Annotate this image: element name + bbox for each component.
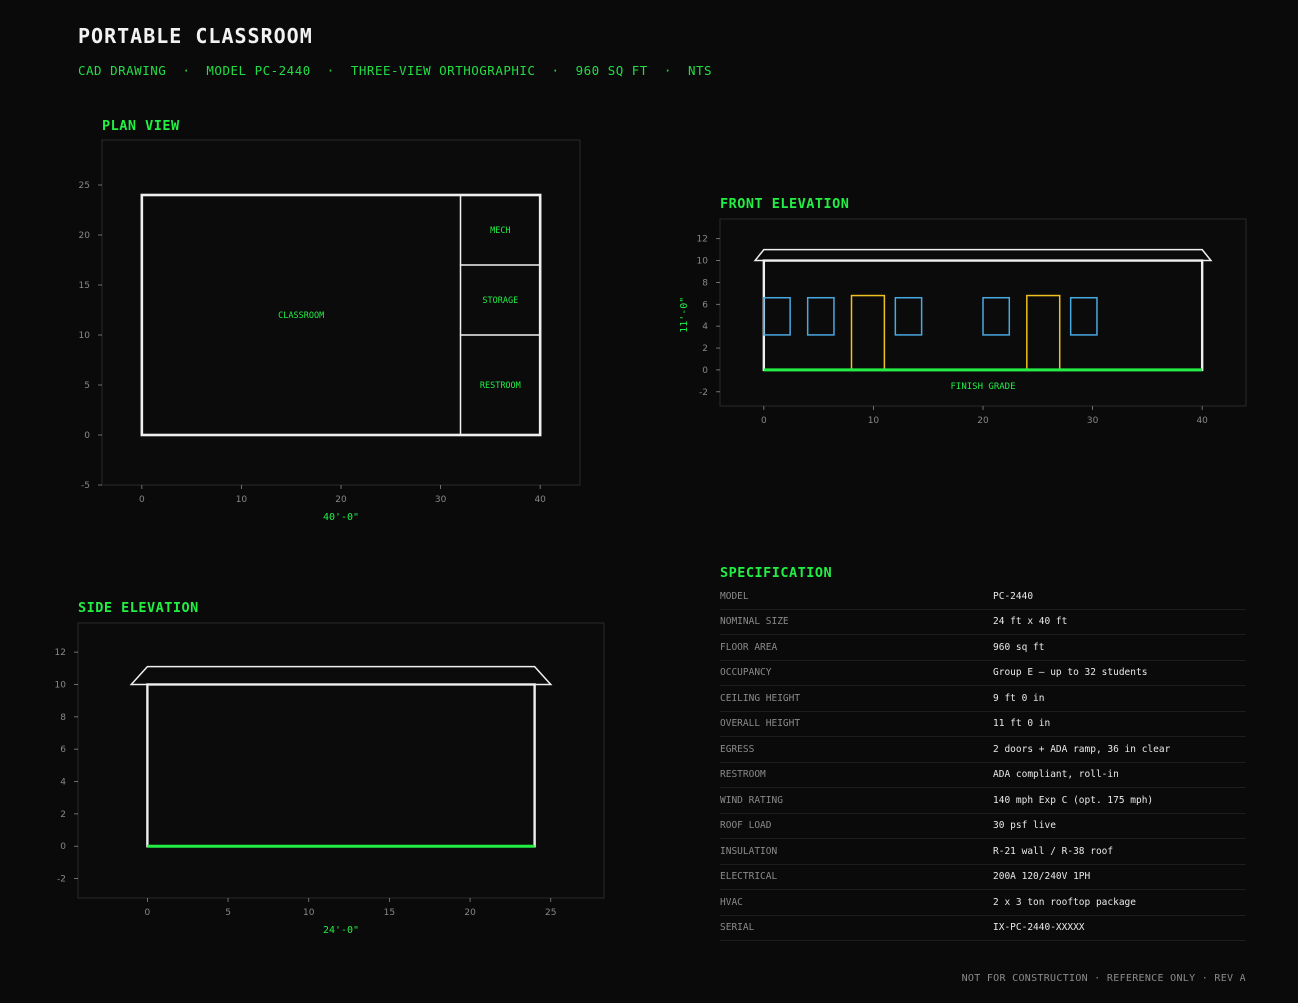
front-y-tick-label: 2 xyxy=(702,344,708,354)
front-y-tick-label: 0 xyxy=(702,366,708,376)
spec-value: 200A 120/240V 1PH xyxy=(993,871,1091,883)
spec-row: NOMINAL SIZE 24 ft x 40 ft xyxy=(720,610,1246,635)
spec-key: WIND RATING xyxy=(720,794,783,806)
plan-x-tick-label: 40 xyxy=(534,495,546,505)
spec-row: INSULATION R-21 wall / R-38 roof xyxy=(720,839,1246,865)
spec-key: OVERALL HEIGHT xyxy=(720,718,801,730)
front-height-dimension: 11'-0" xyxy=(679,297,690,333)
plan-room-label: STORAGE xyxy=(482,296,518,306)
plan-y-tick-label: 15 xyxy=(79,281,90,291)
spec-key: SERIAL xyxy=(720,922,755,934)
spec-row: WIND RATING 140 mph Exp C (opt. 175 mph) xyxy=(720,788,1246,814)
spec-row: OCCUPANCY Group E — up to 32 students xyxy=(720,661,1246,686)
spec-key: MODEL xyxy=(720,590,749,602)
spec-key: CEILING HEIGHT xyxy=(720,692,801,704)
side-y-tick-label: 8 xyxy=(60,713,66,723)
side-y-tick-label: 0 xyxy=(60,842,66,852)
spec-row: MODEL PC-2440 xyxy=(720,584,1246,610)
spec-key: EGRESS xyxy=(720,743,755,755)
side-y-tick-label: 6 xyxy=(60,745,66,755)
front-y-tick-label: 10 xyxy=(697,257,709,267)
front-y-tick-label: 4 xyxy=(702,322,708,332)
side-width-dimension: 24'-0" xyxy=(323,925,359,936)
side-frame xyxy=(77,622,605,899)
side-y-tick-label: -2 xyxy=(57,875,66,885)
spec-row: FLOOR AREA 960 sq ft xyxy=(720,635,1246,661)
spec-value: 2 doors + ADA ramp, 36 in clear xyxy=(993,743,1171,755)
side-x-tick-label: 0 xyxy=(145,908,151,918)
plan-x-tick-label: 30 xyxy=(435,495,447,505)
spec-value: 30 psf live xyxy=(993,820,1056,832)
side-y-tick-label: 2 xyxy=(60,810,66,820)
spec-value: Group E — up to 32 students xyxy=(993,667,1148,679)
spec-row: RESTROOM ADA compliant, roll-in xyxy=(720,763,1246,788)
plan-x-tick-label: 0 xyxy=(139,495,145,505)
spec-row: ROOF LOAD 30 psf live xyxy=(720,814,1246,839)
plan-y-tick-label: -5 xyxy=(81,481,90,491)
spec-value: PC-2440 xyxy=(993,590,1034,602)
footer-note: NOT FOR CONSTRUCTION · REFERENCE ONLY · … xyxy=(961,973,1246,984)
plan-y-tick-label: 5 xyxy=(84,381,90,391)
side-x-tick-label: 25 xyxy=(545,908,556,918)
spec-value: IX-PC-2440-XXXXX xyxy=(993,922,1085,934)
side-x-tick-label: 5 xyxy=(225,908,231,918)
front-y-tick-label: 6 xyxy=(702,300,708,310)
spec-key: HVAC xyxy=(720,896,743,908)
plan-x-tick-label: 10 xyxy=(236,495,248,505)
spec-value: 140 mph Exp C (opt. 175 mph) xyxy=(993,794,1154,806)
front-x-tick-label: 30 xyxy=(1087,416,1099,426)
spec-value: ADA compliant, roll-in xyxy=(993,769,1119,781)
spec-row: CEILING HEIGHT 9 ft 0 in xyxy=(720,686,1246,712)
plan-frame xyxy=(101,139,581,486)
spec-key: NOMINAL SIZE xyxy=(720,616,789,628)
front-x-tick-label: 0 xyxy=(761,416,767,426)
spec-value: 9 ft 0 in xyxy=(993,692,1045,704)
spec-value: 2 x 3 ton rooftop package xyxy=(993,896,1136,908)
spec-key: OCCUPANCY xyxy=(720,667,772,679)
side-x-tick-label: 20 xyxy=(464,908,476,918)
front-x-tick-label: 40 xyxy=(1196,416,1208,426)
front-x-tick-label: 10 xyxy=(868,416,880,426)
side-y-tick-label: 10 xyxy=(55,680,67,690)
side-x-tick-label: 10 xyxy=(303,908,315,918)
plan-y-tick-label: 10 xyxy=(79,331,91,341)
spec-value: 960 sq ft xyxy=(993,641,1045,653)
side-x-tick-label: 15 xyxy=(384,908,395,918)
spec-value: 11 ft 0 in xyxy=(993,718,1051,730)
front-grade-label: FINISH GRADE xyxy=(950,382,1015,392)
specification-table: MODEL PC-2440 NOMINAL SIZE 24 ft x 40 ft FLO… xyxy=(720,584,1246,941)
spec-key: INSULATION xyxy=(720,845,778,857)
front-x-tick-label: 20 xyxy=(977,416,989,426)
plan-x-tick-label: 20 xyxy=(335,495,347,505)
spec-key: FLOOR AREA xyxy=(720,641,778,653)
spec-key: ELECTRICAL xyxy=(720,871,778,883)
spec-row: ELECTRICAL 200A 120/240V 1PH xyxy=(720,865,1246,890)
side-y-tick-label: 12 xyxy=(55,648,66,658)
side-y-tick-label: 4 xyxy=(60,778,66,788)
front-y-tick-label: 8 xyxy=(702,278,708,288)
spec-row: HVAC 2 x 3 ton rooftop package xyxy=(720,890,1246,916)
spec-value: 24 ft x 40 ft xyxy=(993,616,1068,628)
spec-value: R-21 wall / R-38 roof xyxy=(993,845,1114,857)
spec-row: SERIAL IX-PC-2440-XXXXX xyxy=(720,916,1246,941)
spec-row: EGRESS 2 doors + ADA ramp, 36 in clear xyxy=(720,737,1246,763)
plan-y-tick-label: 25 xyxy=(79,181,90,191)
plan-width-dimension: 40'-0" xyxy=(323,512,359,523)
front-y-tick-label: -2 xyxy=(699,388,708,398)
plan-room-label: CLASSROOM xyxy=(278,311,324,321)
plan-y-tick-label: 20 xyxy=(79,231,91,241)
front-y-tick-label: 12 xyxy=(697,235,708,245)
spec-row: OVERALL HEIGHT 11 ft 0 in xyxy=(720,712,1246,737)
spec-key: ROOF LOAD xyxy=(720,820,772,832)
plan-y-tick-label: 0 xyxy=(84,431,90,441)
spec-key: RESTROOM xyxy=(720,769,766,781)
plan-room-label: RESTROOM xyxy=(480,381,521,391)
plan-room-label: MECH xyxy=(490,226,510,236)
